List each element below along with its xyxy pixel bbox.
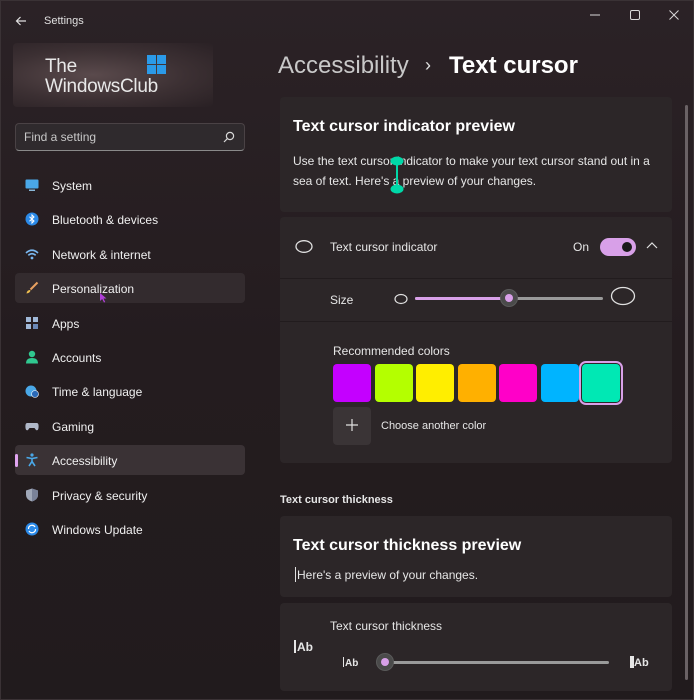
sidebar-item-label: Accessibility [52, 454, 118, 469]
size-slider[interactable] [415, 289, 603, 309]
color-swatch[interactable] [333, 364, 371, 402]
apps-icon [26, 316, 38, 329]
thickness-preview-card: Text cursor thickness preview Here's a p… [280, 516, 672, 597]
sidebar-item-time-language[interactable]: Time & language [15, 376, 245, 406]
watermark-logo: The WindowsClub [13, 43, 213, 107]
bluetooth-icon [25, 212, 39, 226]
maximize-icon [630, 10, 640, 20]
close-icon [669, 10, 679, 20]
update-icon [25, 522, 39, 536]
globe-clock-icon [25, 385, 39, 399]
sidebar-item-personalization[interactable]: Personalization [15, 273, 245, 304]
mouse-pointer-icon [100, 293, 107, 303]
thin-cursor-icon: Ab [343, 657, 359, 669]
sidebar-item-label: Privacy & security [52, 488, 148, 503]
choose-another-color-button[interactable] [333, 407, 371, 445]
sidebar-item-windows-update[interactable]: Windows Update [15, 514, 245, 544]
close-button[interactable] [662, 8, 686, 24]
indicator-preview-title: Text cursor indicator preview [293, 118, 515, 135]
color-swatch[interactable] [374, 364, 413, 402]
search-box[interactable] [15, 123, 245, 151]
selection-indicator [15, 454, 18, 468]
size-label: Size [330, 293, 354, 307]
logo-line2: WindowsClub [45, 76, 158, 97]
sidebar-item-bluetooth[interactable]: Bluetooth & devices [15, 204, 245, 234]
cursor-indicator-icon [295, 240, 313, 253]
text-cursor-thickness-icon: Ab [294, 640, 313, 654]
sidebar-item-label: Windows Update [52, 522, 143, 537]
recommended-colors-label: Recommended colors [333, 344, 450, 358]
app-title: Settings [44, 15, 84, 27]
sidebar-item-gaming[interactable]: Gaming [15, 411, 245, 441]
sidebar-item-system[interactable]: System [15, 170, 245, 200]
thickness-preview-title: Text cursor thickness preview [293, 537, 522, 554]
sidebar-nav: System Bluetooth & devices Network & int… [15, 170, 245, 548]
toggle-knob [622, 242, 632, 252]
plus-icon [346, 419, 358, 431]
color-swatch[interactable] [457, 364, 496, 402]
thin-text-cursor [295, 567, 296, 582]
color-swatch[interactable] [416, 364, 454, 402]
breadcrumb-parent[interactable]: Accessibility [278, 52, 409, 80]
sidebar-item-network[interactable]: Network & internet [15, 239, 245, 269]
toggle-state-label: On [573, 240, 590, 254]
color-swatch[interactable] [540, 364, 579, 402]
sidebar-item-label: Personalization [52, 282, 135, 297]
settings-window: Settings The WindowsClub Find a setting … [0, 0, 694, 700]
sidebar-item-label: Time & language [52, 385, 143, 400]
small-indicator-icon [394, 293, 408, 305]
shield-icon [26, 488, 38, 502]
size-slider-fill [415, 297, 509, 300]
sidebar-item-label: Network & internet [52, 247, 151, 262]
page-title: Text cursor [449, 52, 578, 79]
color-swatch[interactable] [499, 364, 537, 402]
sidebar-item-apps[interactable]: Apps [15, 308, 245, 338]
thickness-section-heading: Text cursor thickness [280, 494, 393, 506]
size-slider-thumb[interactable] [500, 289, 518, 307]
minimize-icon [590, 14, 600, 16]
sidebar-item-label: Apps [52, 316, 80, 331]
gamepad-icon [25, 422, 39, 430]
sidebar-item-label: Bluetooth & devices [52, 213, 159, 228]
description-line: Use the text cursor indicator to make yo… [293, 154, 650, 168]
thick-cursor-icon: Ab [630, 656, 649, 669]
text-cursor-indicator-preview [390, 156, 404, 194]
search-icon [223, 131, 235, 143]
description-line: sea of text. Here's a preview of your ch… [293, 174, 537, 188]
title-bar: Settings [1, 1, 693, 41]
sidebar-item-accounts[interactable]: Accounts [15, 342, 245, 372]
sidebar-item-label: System [52, 179, 93, 193]
brush-icon [26, 281, 39, 294]
logo-line1: The [45, 56, 77, 77]
sidebar-item-privacy-security[interactable]: Privacy & security [15, 480, 245, 510]
choose-another-color-label[interactable]: Choose another color [381, 420, 486, 432]
wifi-icon [25, 249, 39, 260]
thickness-setting-card: Text cursor thickness Ab Ab Ab [280, 603, 672, 691]
text-cursor-indicator-toggle[interactable] [600, 238, 636, 256]
breadcrumb-separator: › [425, 55, 431, 75]
large-indicator-icon [610, 286, 636, 306]
indicator-preview-description: Use the text cursor indicator to make yo… [293, 151, 650, 191]
thickness-slider[interactable] [376, 653, 609, 673]
thickness-preview-text: Here's a preview of your changes. [297, 568, 479, 582]
minimize-button[interactable] [583, 8, 607, 24]
back-button[interactable] [11, 13, 31, 31]
accessibility-icon [26, 453, 38, 467]
thickness-slider-thumb[interactable] [376, 653, 394, 671]
sidebar-item-accessibility[interactable]: Accessibility [15, 445, 245, 476]
thickness-setting-label: Text cursor thickness [330, 619, 443, 633]
monitor-icon [25, 179, 39, 191]
arrow-left-icon [15, 16, 26, 26]
person-icon [26, 350, 38, 364]
sidebar-item-label: Accounts [52, 350, 102, 365]
maximize-button[interactable] [623, 8, 647, 24]
color-swatch[interactable] [579, 361, 623, 405]
indicator-preview-card: Text cursor indicator preview Use the te… [280, 97, 672, 212]
search-input[interactable] [24, 130, 214, 144]
text-cursor-indicator-label: Text cursor indicator [330, 240, 438, 254]
sidebar-item-label: Gaming [52, 419, 95, 434]
main-scrollbar[interactable] [685, 105, 688, 680]
chevron-up-icon[interactable] [646, 241, 658, 251]
windows-logo-icon [147, 55, 167, 75]
